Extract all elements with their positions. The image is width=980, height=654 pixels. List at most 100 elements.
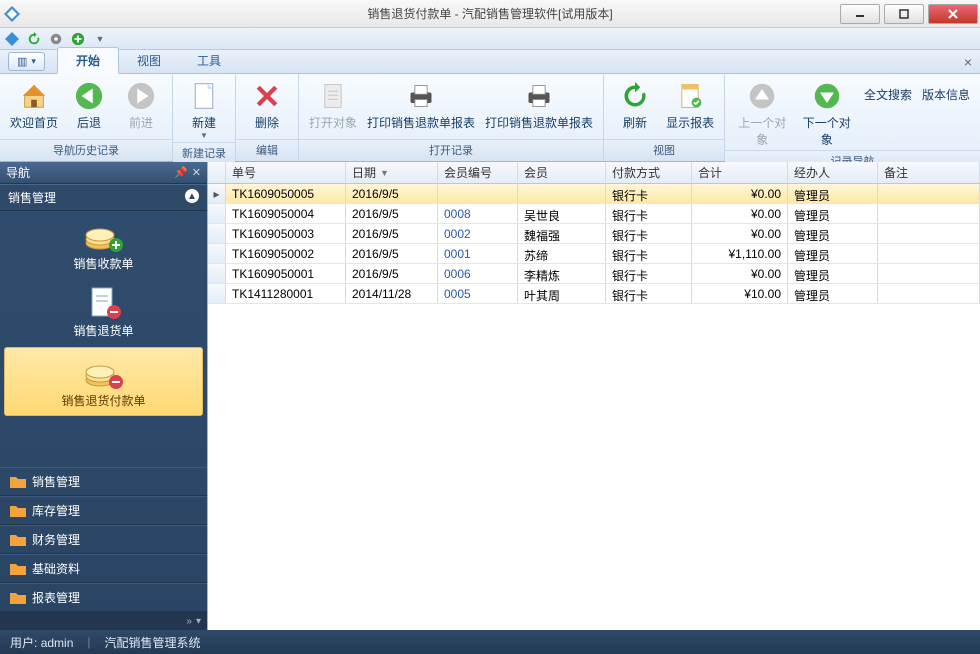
- minimize-button[interactable]: [840, 4, 880, 24]
- tab-view[interactable]: 视图: [119, 48, 179, 73]
- table-row[interactable]: TK16090500012016/9/50006李精炼银行卡¥0.00管理员: [208, 264, 980, 284]
- version-info-button[interactable]: 版本信息: [918, 78, 974, 105]
- home-icon: [18, 80, 50, 112]
- overflow-icon[interactable]: »: [186, 616, 192, 627]
- group-label-new: 新建记录: [173, 142, 235, 164]
- add-icon[interactable]: [70, 31, 86, 47]
- tab-tools[interactable]: 工具: [179, 48, 239, 73]
- fulltext-search-button[interactable]: 全文搜索: [860, 78, 916, 105]
- tab-start[interactable]: 开始: [57, 47, 119, 74]
- sidebar-title: 导航: [6, 164, 30, 181]
- group-label-view: 视图: [604, 139, 724, 161]
- chevron-down-icon[interactable]: ▾: [196, 616, 201, 627]
- table-row[interactable]: ▸TK16090500052016/9/5银行卡¥0.00管理员: [208, 184, 980, 204]
- row-marker-header: [208, 162, 226, 183]
- grid-header: 单号 日期▼ 会员编号 会员 付款方式 合计 经办人 备注: [208, 162, 980, 184]
- sidebar-item-refund-payment[interactable]: 销售退货付款单: [4, 347, 203, 416]
- sidebar-item-return[interactable]: 销售退货单: [0, 278, 207, 345]
- status-bar: 用户: admin | 汽配销售管理系统: [0, 630, 980, 654]
- coins-plus-icon: [84, 219, 124, 253]
- sidebar-nav-items: 销售收款单 销售退货单 销售退货付款单: [0, 211, 207, 418]
- ribbon-group-nav: 欢迎首页 后退 前进 导航历史记录: [0, 74, 173, 161]
- row-marker: ▸: [208, 184, 226, 203]
- folder-icon: [10, 562, 26, 576]
- show-report-button[interactable]: 显示报表: [662, 78, 718, 133]
- refresh-icon: [619, 80, 651, 112]
- new-icon: [188, 80, 220, 112]
- sidebar-cat-finance[interactable]: 财务管理: [0, 525, 207, 554]
- file-menu[interactable]: ▥▾: [8, 52, 45, 71]
- col-memno[interactable]: 会员编号: [438, 162, 518, 183]
- refresh-button[interactable]: 刷新: [610, 78, 660, 133]
- maximize-button[interactable]: [884, 4, 924, 24]
- printer-icon: [405, 80, 437, 112]
- close-icon[interactable]: ✕: [192, 166, 201, 179]
- chevron-down-icon: ▼: [200, 131, 208, 140]
- col-operator[interactable]: 经办人: [788, 162, 878, 183]
- col-date[interactable]: 日期▼: [346, 162, 438, 183]
- document-minus-icon: [84, 286, 124, 320]
- sidebar-item-label: 销售退货单: [73, 322, 133, 339]
- col-member[interactable]: 会员: [518, 162, 606, 183]
- sidebar-cat-basic[interactable]: 基础资料: [0, 554, 207, 583]
- title-bar: 销售退货付款单 - 汽配销售管理软件[试用版本]: [0, 0, 980, 28]
- ribbon-group-open: 打开对象 打印销售退款单报表 打印销售退款单报表 打开记录: [299, 74, 604, 161]
- sidebar-cat-sales[interactable]: 销售管理: [0, 467, 207, 496]
- row-marker: [208, 204, 226, 223]
- up-arrow-icon: [746, 80, 778, 112]
- sort-desc-icon: ▼: [380, 168, 389, 178]
- group-label-nav: 导航历史记录: [0, 139, 172, 161]
- back-icon: [73, 80, 105, 112]
- table-row[interactable]: TK16090500032016/9/50002魏福强银行卡¥0.00管理员: [208, 224, 980, 244]
- app-icon: [4, 6, 20, 22]
- print-return-button[interactable]: 打印销售退款单报表: [481, 78, 597, 133]
- sidebar-cat-inventory[interactable]: 库存管理: [0, 496, 207, 525]
- row-marker: [208, 224, 226, 243]
- table-row[interactable]: TK16090500042016/9/50008吴世良银行卡¥0.00管理员: [208, 204, 980, 224]
- group-label-open: 打开记录: [299, 139, 603, 161]
- printer-icon: [523, 80, 555, 112]
- sidebar-cat-reports[interactable]: 报表管理: [0, 583, 207, 612]
- ribbon-group-recnav: 上一个对象 下一个对象 全文搜索 版本信息 记录导航: [725, 74, 980, 161]
- sidebar-item-receipt[interactable]: 销售收款单: [0, 211, 207, 278]
- qa-dropdown-icon[interactable]: ▼: [92, 31, 108, 47]
- ribbon-group-edit: 删除 编辑: [236, 74, 299, 161]
- sidebar-header: 导航 📌 ✕: [0, 162, 207, 184]
- window-title: 销售退货付款单 - 汽配销售管理软件[试用版本]: [367, 5, 612, 22]
- prev-object-button[interactable]: 上一个对象: [731, 78, 793, 150]
- table-row[interactable]: TK14112800012014/11/280005叶其周银行卡¥10.00管理…: [208, 284, 980, 304]
- welcome-button[interactable]: 欢迎首页: [6, 78, 62, 133]
- print-refund-button[interactable]: 打印销售退款单报表: [363, 78, 479, 133]
- sidebar-item-label: 销售退货付款单: [61, 392, 145, 409]
- settings-icon[interactable]: [48, 31, 64, 47]
- refresh-icon[interactable]: [26, 31, 42, 47]
- ribbon-tabs: ▥▾ 开始 视图 工具 ×: [0, 50, 980, 74]
- sidebar-item-label: 销售收款单: [73, 255, 133, 272]
- forward-button[interactable]: 前进: [116, 78, 166, 133]
- pin-icon[interactable]: 📌: [174, 166, 188, 179]
- forward-icon: [125, 80, 157, 112]
- ribbon-group-new: 新建▼ 新建记录: [173, 74, 236, 161]
- data-grid: 单号 日期▼ 会员编号 会员 付款方式 合计 经办人 备注 ▸TK1609050…: [207, 162, 980, 630]
- sidebar-section[interactable]: 销售管理 ▲: [0, 184, 207, 211]
- row-marker: [208, 284, 226, 303]
- folder-icon: [10, 475, 26, 489]
- collapse-icon[interactable]: ▲: [185, 189, 199, 203]
- back-button[interactable]: 后退: [64, 78, 114, 133]
- delete-button[interactable]: 删除: [242, 78, 292, 133]
- col-note[interactable]: 备注: [878, 162, 980, 183]
- col-order[interactable]: 单号: [226, 162, 346, 183]
- open-object-button[interactable]: 打开对象: [305, 78, 361, 133]
- col-total[interactable]: 合计: [692, 162, 788, 183]
- table-row[interactable]: TK16090500022016/9/50001苏缔银行卡¥1,110.00管理…: [208, 244, 980, 264]
- next-object-button[interactable]: 下一个对象: [796, 78, 858, 150]
- close-button[interactable]: [928, 4, 978, 24]
- ribbon-group-view: 刷新 显示报表 视图: [604, 74, 725, 161]
- new-button[interactable]: 新建▼: [179, 78, 229, 142]
- report-icon: [674, 80, 706, 112]
- col-payment[interactable]: 付款方式: [606, 162, 692, 183]
- folder-icon: [10, 591, 26, 605]
- app-menu-icon[interactable]: [4, 31, 20, 47]
- sidebar-categories: 销售管理 库存管理 财务管理 基础资料 报表管理: [0, 467, 207, 612]
- collapse-ribbon-icon[interactable]: ×: [964, 54, 972, 70]
